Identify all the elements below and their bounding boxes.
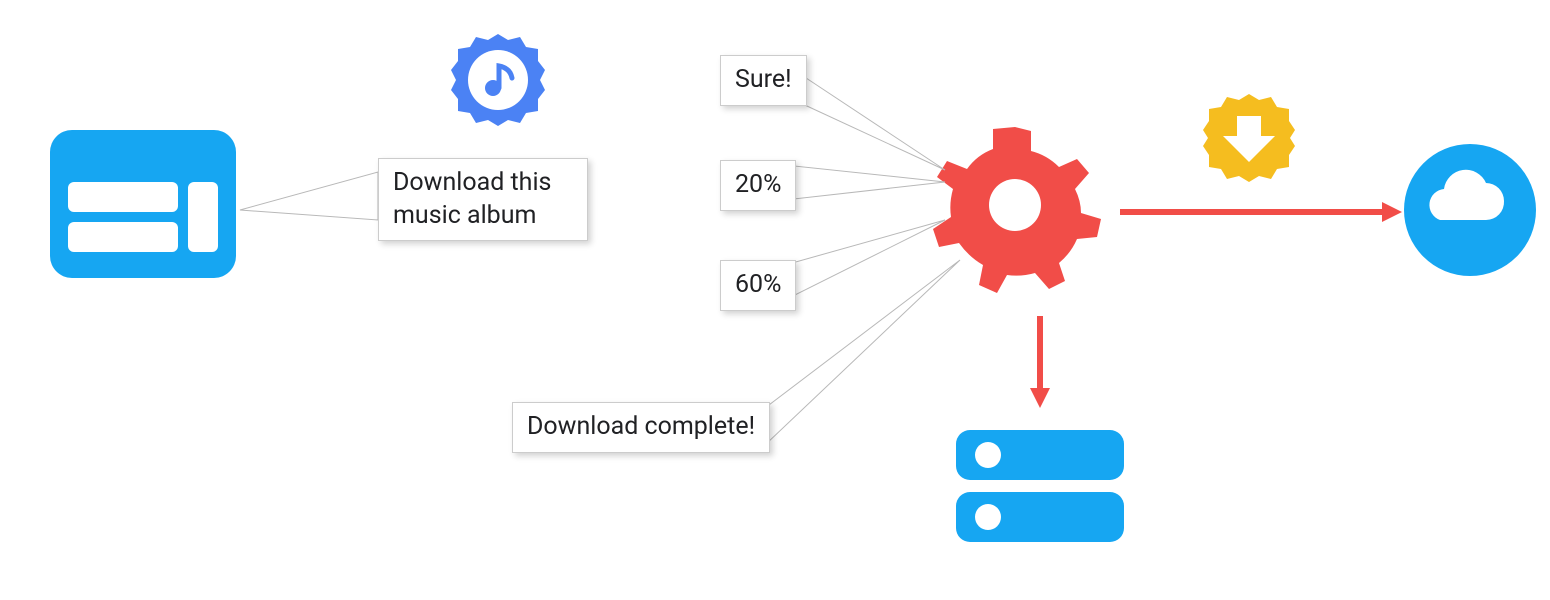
arrow-to-cloud <box>1120 202 1402 222</box>
bubble-progress-1: 20% <box>720 160 796 211</box>
app-window-icon <box>50 130 236 278</box>
pointer-ack <box>794 70 945 170</box>
arrow-to-storage <box>1030 316 1050 408</box>
bubble-complete: Download complete! <box>512 402 770 453</box>
bubble-ack: Sure! <box>720 55 807 106</box>
pointer-request <box>240 172 378 220</box>
pointer-p2 <box>785 220 945 300</box>
cloud-icon <box>1404 144 1536 276</box>
download-arrow-seal-icon <box>1203 94 1295 182</box>
music-note-seal-icon <box>451 34 545 126</box>
pointer-p1 <box>785 165 945 200</box>
gear-icon <box>933 127 1101 293</box>
bubble-request: Download this music album <box>378 158 588 241</box>
bubble-progress-2: 60% <box>720 260 796 311</box>
storage-drives-icon <box>956 430 1124 542</box>
